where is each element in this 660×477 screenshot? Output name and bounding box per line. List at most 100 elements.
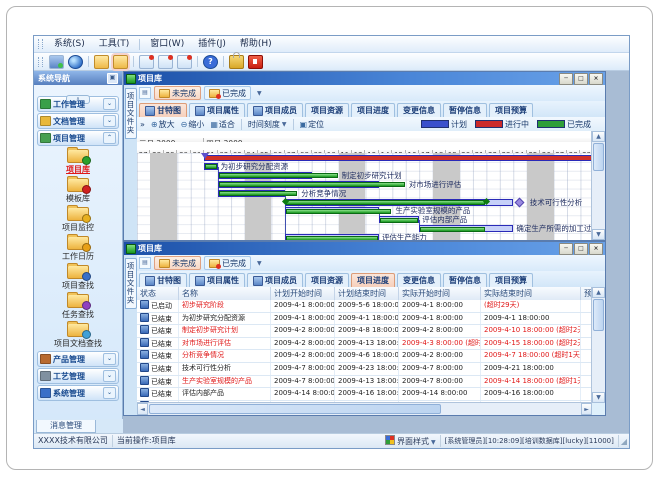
table-row[interactable]: 已结束为初步研究分配资源2009-4-1 8:00:002009-4-1 18:… (137, 313, 592, 326)
sidebar-group-project[interactable]: 项目管理 ⌃ (37, 130, 119, 146)
overflow-chevron-icon[interactable]: ▼ (257, 90, 262, 97)
save-folder-icon[interactable] (113, 55, 128, 69)
scroll-down-arrow[interactable]: ▼ (592, 392, 605, 403)
globe-icon[interactable] (68, 55, 83, 69)
report-new-icon[interactable] (177, 55, 192, 69)
scroll-up-arrow[interactable]: ▲ (592, 287, 605, 298)
sidebar-item-3[interactable]: 工作日历 (34, 236, 122, 262)
gantt-vertical-scrollbar[interactable]: ▲ ▼ (591, 131, 605, 240)
table-row[interactable]: 已结束对市场进行评估2009-4-2 8:00:002009-4-13 18:0… (137, 338, 592, 351)
menu-drag-handle[interactable] (38, 39, 43, 49)
time-scale-button[interactable]: 时间刻度▼ (248, 119, 287, 130)
main-tab-1[interactable]: 项目属性 (189, 103, 245, 117)
folder-tab-1[interactable]: 已完成 (204, 256, 251, 270)
project-folder-tab[interactable]: 项目文件夹 (125, 258, 137, 309)
tree-toggle-button[interactable]: ▤ (139, 87, 151, 99)
zoom-out-button[interactable]: ⊖缩小 (181, 119, 205, 130)
chevron-down-icon[interactable]: ⌄ (103, 353, 116, 365)
task-bar-actual[interactable] (205, 164, 216, 169)
sidebar-item-1[interactable]: 模板库 (34, 178, 122, 204)
column-header-2[interactable]: 计划开始时间 (271, 287, 335, 300)
table-row[interactable]: 已结束制定初步研究计划2009-4-2 8:00:002009-4-8 18:0… (137, 325, 592, 338)
scroll-left-arrow[interactable]: ◄ (137, 403, 148, 415)
sidebar-group-bottom-2[interactable]: 系统管理⌄ (37, 385, 119, 401)
scroll-thumb[interactable] (593, 299, 604, 331)
task-bar-actual[interactable] (420, 227, 485, 232)
chevron-down-icon[interactable]: ⌄ (103, 370, 116, 382)
sidebar-item-2[interactable]: 项目监控 (34, 207, 122, 233)
project-folder-tab[interactable]: 项目文件夹 (125, 88, 137, 139)
window-titlebar[interactable]: 项目库 ─ □ × (124, 72, 605, 85)
maximize-button[interactable]: □ (574, 243, 588, 255)
close-button[interactable]: × (589, 243, 603, 255)
main-tab-2[interactable]: 项目成员 (247, 273, 303, 287)
sidebar-group-bottom-1[interactable]: 工艺管理⌄ (37, 368, 119, 384)
sidebar-group-bottom-0[interactable]: 产品管理⌄ (37, 351, 119, 367)
main-tab-6[interactable]: 暂停信息 (443, 273, 487, 287)
main-tab-3[interactable]: 项目资源 (305, 103, 349, 117)
exit-icon[interactable] (248, 55, 263, 69)
report-alert-icon[interactable] (158, 55, 173, 69)
menu-item-2[interactable]: 窗口(W) (143, 36, 191, 52)
chevron-down-icon[interactable]: ⌄ (103, 115, 116, 127)
main-tab-4[interactable]: 项目进度 (351, 103, 395, 117)
tree-toggle-button[interactable]: ▤ (139, 257, 151, 269)
toolbar-drag-handle[interactable] (38, 57, 43, 67)
task-bar-actual[interactable] (286, 236, 378, 240)
sidebar-item-4[interactable]: 项目查找 (34, 265, 122, 291)
task-bar-actual[interactable] (219, 173, 338, 178)
column-header-4[interactable]: 实际开始时间 (399, 287, 481, 300)
style-selector[interactable]: 界面样式▼ (381, 435, 441, 447)
folder-open-icon[interactable] (94, 55, 109, 69)
main-tab-5[interactable]: 变更信息 (397, 103, 441, 117)
computer-icon[interactable] (49, 55, 64, 69)
maximize-button[interactable]: □ (574, 73, 588, 85)
zoom-in-button[interactable]: ⊕放大 (151, 119, 175, 130)
main-tab-5[interactable]: 变更信息 (397, 273, 441, 287)
close-button[interactable]: × (589, 73, 603, 85)
table-vertical-scrollbar[interactable]: ▲ ▼ (591, 287, 605, 403)
task-bar-actual[interactable] (286, 209, 392, 214)
table-horizontal-scrollbar[interactable]: ◄ ► (137, 402, 592, 415)
folder-tab-0[interactable]: 未完成 (154, 256, 201, 270)
scroll-up-arrow[interactable]: ▲ (592, 131, 605, 142)
column-header-5[interactable]: 实际结束时间 (481, 287, 581, 300)
task-bar-actual[interactable] (219, 191, 298, 196)
scroll-thumb[interactable] (149, 404, 441, 414)
minimize-button[interactable]: ─ (559, 243, 573, 255)
scroll-right-arrow[interactable]: ► (581, 403, 592, 415)
scroll-thumb[interactable] (593, 143, 604, 171)
window-titlebar[interactable]: 项目库 ─ □ × (124, 242, 605, 255)
report-icon[interactable] (139, 55, 154, 69)
sidebar-group-top-0[interactable]: 工作管理⌄ (37, 96, 119, 112)
message-tab[interactable]: 消息管理 (36, 420, 96, 433)
resize-grip[interactable]: ◢ (621, 437, 627, 446)
main-tab-0[interactable]: 甘特图 (139, 273, 187, 287)
help-icon[interactable]: ? (203, 55, 218, 69)
main-tab-7[interactable]: 项目预算 (489, 273, 533, 287)
locate-button[interactable]: ▣定位 (300, 119, 325, 130)
task-bar-actual[interactable] (286, 200, 486, 205)
menu-item-1[interactable]: 工具(T) (92, 36, 137, 52)
table-row[interactable]: 已结束评估内部产品2009-4-14 8:00:002009-4-16 18:0… (137, 388, 592, 401)
more-button[interactable]: » (140, 120, 145, 129)
main-tab-0[interactable]: 甘特图 (139, 103, 187, 117)
main-tab-1[interactable]: 项目属性 (189, 273, 245, 287)
scroll-down-arrow[interactable]: ▼ (592, 229, 605, 240)
pin-icon[interactable]: ▣ (107, 73, 118, 84)
column-header-0[interactable]: 状态 (137, 287, 179, 300)
menu-item-4[interactable]: 帮助(H) (233, 36, 279, 52)
chevron-down-icon[interactable]: ⌄ (103, 98, 116, 110)
table-row[interactable]: 已结束生产实验室规模的产品2009-4-7 8:00:002009-4-13 1… (137, 376, 592, 389)
main-tab-7[interactable]: 项目预算 (489, 103, 533, 117)
main-tab-3[interactable]: 项目资源 (305, 273, 349, 287)
main-tab-6[interactable]: 暂停信息 (443, 103, 487, 117)
chevron-up-icon[interactable]: ⌃ (103, 132, 116, 144)
chevron-down-icon[interactable]: ⌄ (103, 387, 116, 399)
folder-tab-0[interactable]: 未完成 (154, 86, 201, 100)
table-row[interactable]: 已结束分析竞争情况2009-4-2 8:00:002009-4-6 18:00:… (137, 350, 592, 363)
fit-button[interactable]: ▦适合 (210, 119, 235, 130)
main-tab-2[interactable]: 项目成员 (247, 103, 303, 117)
sidebar-group-top-1[interactable]: 文档管理⌄ (37, 113, 119, 129)
sidebar-item-0[interactable]: 项目库 (34, 149, 122, 175)
